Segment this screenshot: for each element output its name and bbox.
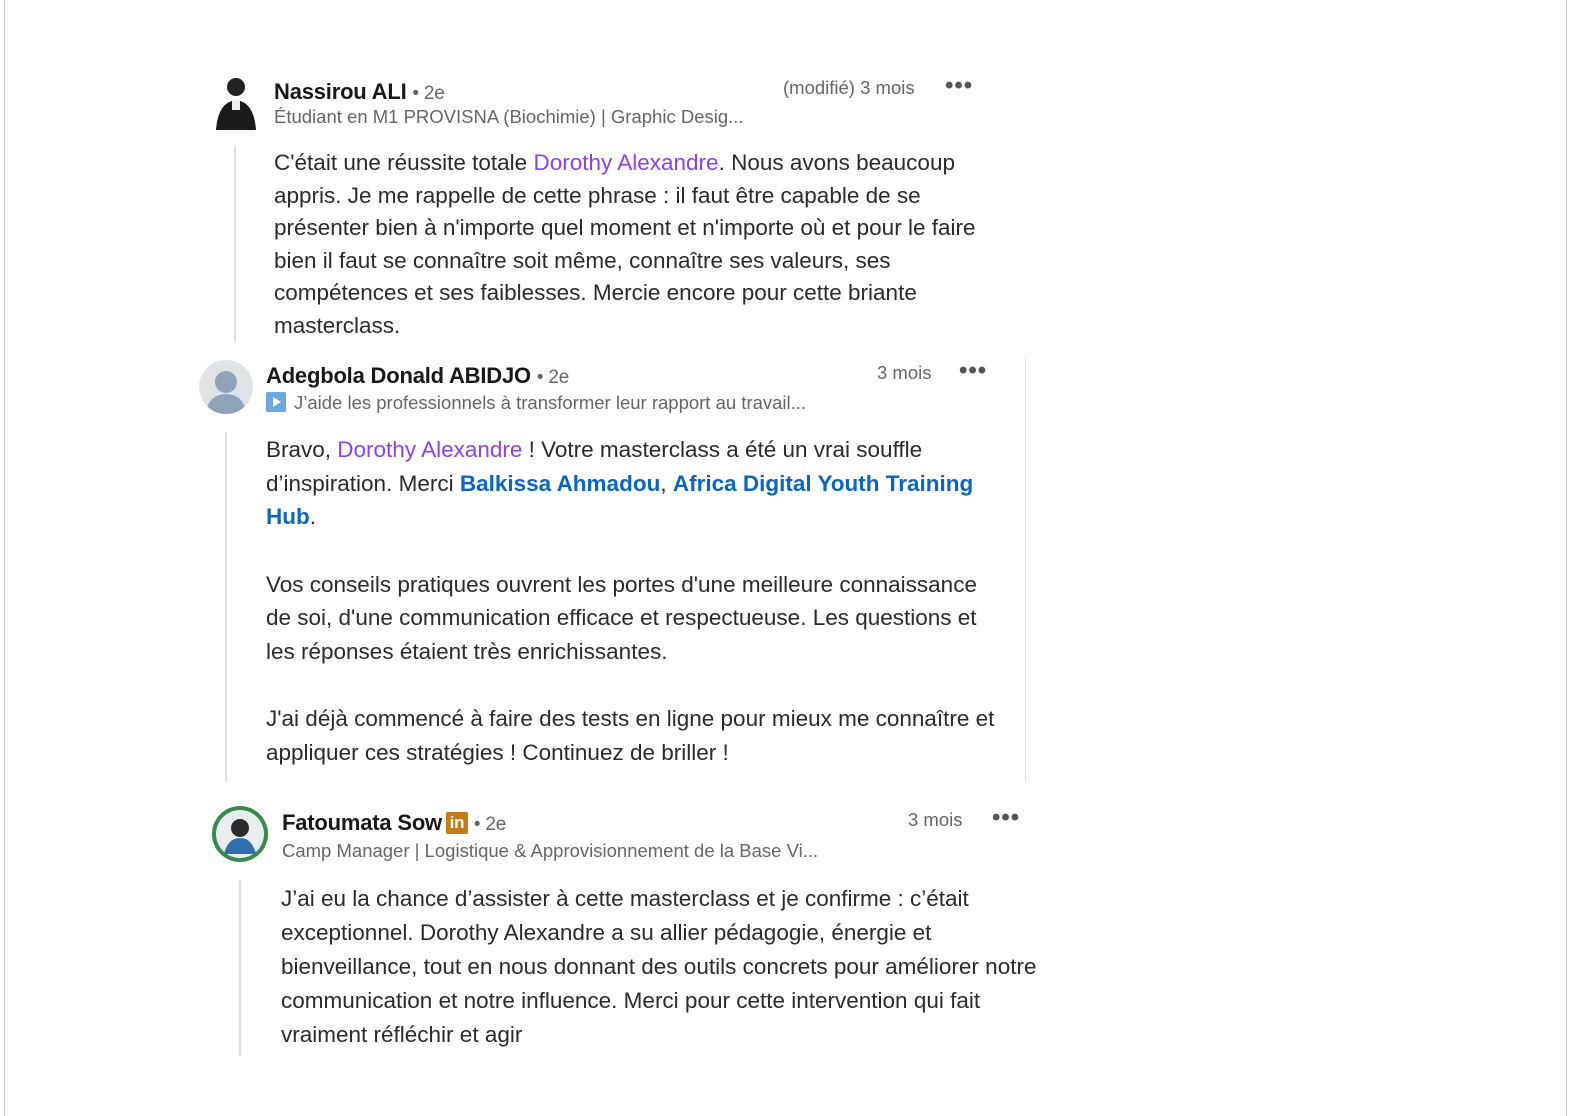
person-photo-icon: [216, 810, 264, 858]
author-name-text[interactable]: Adegbola Donald ABIDJO: [266, 363, 531, 388]
comment-paragraph: Vos conseils pratiques ouvrent les porte…: [266, 571, 977, 664]
author-name[interactable]: Nassirou ALI • 2e: [274, 79, 445, 105]
mention-link[interactable]: Balkissa Ahmadou: [460, 471, 660, 496]
comment-body: J’ai eu la chance d’assister à cette mas…: [281, 882, 1046, 1052]
author-headline: Étudiant en M1 PROVISNA (Biochimie) | Gr…: [274, 106, 744, 127]
connection-degree: • 2e: [412, 83, 445, 104]
author-name-text[interactable]: Nassirou ALI: [274, 79, 407, 104]
person-photo-icon: [216, 78, 256, 130]
author-name-text[interactable]: Fatoumata Sow: [282, 810, 442, 835]
frame-border-left: [4, 0, 5, 1116]
comment-timestamp: 3 mois: [877, 362, 932, 383]
comment-body: C'était une réussite totale Dorothy Alex…: [274, 147, 979, 342]
connection-degree: • 2e: [536, 367, 570, 388]
headline-text: J’aide les professionnels à transformer …: [294, 392, 807, 413]
thread-line: [225, 432, 227, 782]
comment-text: J’ai eu la chance d’assister à cette mas…: [281, 886, 1037, 1047]
avatar[interactable]: [212, 806, 268, 862]
author-name[interactable]: Fatoumata Sow in • 2e: [282, 810, 506, 836]
frame-border-right: [1566, 0, 1567, 1116]
more-options-icon[interactable]: •••: [992, 806, 1020, 830]
thread-line: [234, 146, 236, 342]
more-options-icon[interactable]: •••: [945, 74, 973, 98]
avatar[interactable]: [210, 74, 262, 130]
comment-paragraph: J'ai déjà commencé à faire des tests en …: [266, 706, 995, 765]
thread-border-right: [1025, 358, 1026, 782]
comment-paragraph: Bravo, Dorothy Alexandre ! Votre masterc…: [266, 433, 1006, 534]
author-name[interactable]: Adegbola Donald ABIDJO • 2e: [266, 363, 569, 389]
author-headline: J’aide les professionnels à transformer …: [266, 392, 806, 414]
connection-degree: • 2e: [473, 814, 507, 835]
mention-link[interactable]: Dorothy Alexandre: [337, 437, 522, 462]
default-avatar-icon: [205, 371, 247, 414]
comment-text: . Nous avons beaucoup appris. Je me rapp…: [274, 150, 976, 338]
comment-text: Bravo,: [266, 437, 338, 462]
author-headline: Camp Manager | Logistique & Approvisionn…: [282, 840, 819, 861]
comment-text: C'était une réussite totale: [274, 150, 534, 175]
comment-timestamp: 3 mois: [908, 809, 963, 830]
linkedin-premium-icon: in: [445, 812, 468, 834]
more-options-icon[interactable]: •••: [959, 359, 987, 383]
play-icon: [266, 392, 286, 412]
avatar[interactable]: [199, 360, 253, 414]
comment-text: .: [309, 504, 317, 529]
thread-line: [239, 880, 241, 1056]
mention-link[interactable]: Dorothy Alexandre: [533, 150, 718, 175]
comment-text: ,: [660, 470, 673, 496]
comment-timestamp: (modifié) 3 mois: [783, 77, 915, 98]
comment-body: Bravo, Dorothy Alexandre ! Votre masterc…: [266, 433, 1006, 769]
